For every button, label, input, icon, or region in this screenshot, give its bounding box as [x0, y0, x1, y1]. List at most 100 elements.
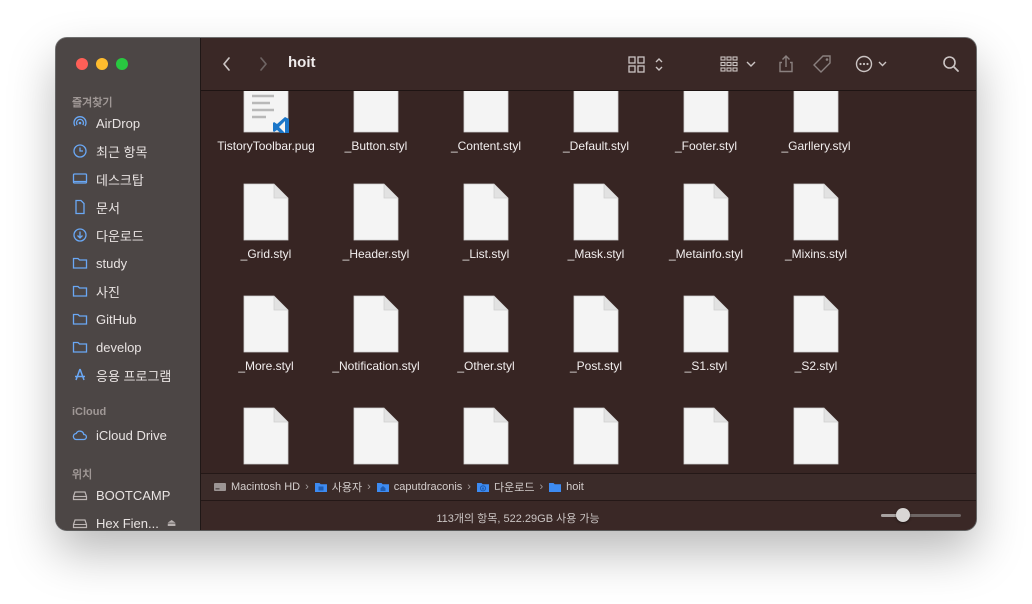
document-icon: [573, 295, 619, 353]
path-crumb-downloads[interactable]: 다운로드: [476, 479, 534, 495]
file-name: _Other.styl: [457, 359, 515, 373]
sidebar-item-recents[interactable]: 최근 항목: [72, 140, 147, 162]
path-separator: ›: [305, 481, 309, 493]
path-separator: ›: [367, 481, 371, 493]
file-item[interactable]: [321, 407, 431, 471]
disk-icon: [72, 515, 88, 530]
toolbar: hoit: [201, 38, 976, 91]
minimize-button[interactable]: [96, 58, 108, 70]
document-icon: [463, 407, 509, 465]
group-button[interactable]: [719, 52, 759, 76]
sidebar-item-desktop[interactable]: 데스크탑: [72, 168, 144, 190]
zoom-button[interactable]: [116, 58, 128, 70]
file-item[interactable]: [651, 407, 761, 471]
sidebar-item-label: 최근 항목: [96, 144, 148, 160]
document-icon: [793, 183, 839, 241]
home-folder-icon: [376, 483, 389, 492]
share-button[interactable]: [773, 52, 799, 76]
file-item[interactable]: _More.styl: [211, 295, 321, 374]
file-item[interactable]: [761, 407, 871, 471]
path-separator: ›: [539, 481, 544, 493]
sidebar-item-github[interactable]: GitHub: [72, 308, 136, 330]
back-button[interactable]: [215, 52, 239, 76]
path-crumb-users[interactable]: 사용자: [314, 479, 362, 495]
forward-button[interactable]: [251, 52, 275, 76]
window-title: hoit: [288, 54, 316, 71]
sidebar-item-label: Hex Fien...: [96, 515, 159, 531]
status-text: 113개의 항목, 522.29GB 사용 가능: [436, 513, 600, 525]
cloud-icon: [72, 427, 88, 443]
tag-button[interactable]: [809, 52, 837, 76]
document-icon: [463, 91, 509, 133]
file-item[interactable]: _Other.styl: [431, 295, 541, 374]
file-item[interactable]: [211, 407, 321, 471]
file-item[interactable]: _Mixins.styl: [761, 183, 871, 262]
path-crumb-home[interactable]: caputdraconis: [376, 481, 462, 493]
pug-document-icon: [243, 91, 289, 133]
search-icon: [943, 56, 959, 72]
folder-icon: [72, 311, 88, 327]
sidebar-item-bootcamp[interactable]: BOOTCAMP: [72, 484, 170, 506]
document-icon: [793, 91, 839, 133]
file-name: _S1.styl: [684, 359, 728, 373]
file-name: _List.styl: [462, 247, 510, 261]
file-item[interactable]: _Grid.styl: [211, 183, 321, 262]
disk-icon: [72, 487, 88, 503]
document-icon: [353, 91, 399, 133]
sidebar-item-develop[interactable]: develop: [72, 336, 142, 358]
folder-icon: [72, 339, 88, 355]
sidebar-item-label: iCloud Drive: [96, 427, 167, 443]
file-item[interactable]: TistoryToolbar.pug: [211, 91, 321, 154]
file-item[interactable]: _S1.styl: [651, 295, 761, 374]
sidebar-item-study[interactable]: study: [72, 252, 127, 274]
downloads-folder-icon: [476, 483, 489, 492]
file-item[interactable]: _Post.styl: [541, 295, 651, 374]
view-mode-button[interactable]: [627, 52, 667, 76]
icon-size-slider[interactable]: [881, 508, 961, 522]
sidebar-item-label: 데스크탑: [96, 172, 144, 188]
slider-knob[interactable]: [896, 508, 910, 522]
file-item[interactable]: _Metainfo.styl: [651, 183, 761, 262]
window-controls: [76, 58, 128, 70]
file-item[interactable]: _Mask.styl: [541, 183, 651, 262]
file-item[interactable]: _Footer.styl: [651, 91, 761, 154]
folder-icon: [72, 283, 88, 299]
file-item[interactable]: _S2.styl: [761, 295, 871, 374]
file-item[interactable]: _Content.styl: [431, 91, 541, 154]
file-item[interactable]: _Garllery.styl: [761, 91, 871, 154]
path-crumb-macintosh-hd[interactable]: Macintosh HD: [213, 481, 300, 493]
sidebar-item-documents[interactable]: 문서: [72, 196, 120, 218]
file-item[interactable]: _Button.styl: [321, 91, 431, 154]
file-name: _Mixins.styl: [784, 247, 847, 261]
file-item[interactable]: _Default.styl: [541, 91, 651, 154]
sidebar-item-icloud-drive[interactable]: iCloud Drive: [72, 424, 167, 446]
chevron-right-icon: [260, 57, 267, 71]
folder-icon: [314, 483, 327, 492]
sidebar-item-downloads[interactable]: 다운로드: [72, 224, 144, 246]
document-icon: [683, 295, 729, 353]
close-button[interactable]: [76, 58, 88, 70]
sidebar-item-applications[interactable]: 응용 프로그램: [72, 364, 171, 386]
file-item[interactable]: [541, 407, 651, 471]
sidebar-item-label: BOOTCAMP: [96, 487, 171, 503]
folder-icon: [72, 255, 88, 271]
path-crumb-hoit[interactable]: hoit: [548, 481, 584, 493]
sidebar-item-airdrop[interactable]: AirDrop: [72, 112, 140, 134]
desktop-icon: [72, 171, 88, 187]
folder-icon: [549, 483, 562, 492]
file-name: _S2.styl: [794, 359, 838, 373]
file-item[interactable]: _Notification.styl: [321, 295, 431, 374]
sidebar-item-photos[interactable]: 사진: [72, 280, 120, 302]
file-item[interactable]: _List.styl: [431, 183, 541, 262]
file-name: _Default.styl: [562, 139, 630, 153]
sidebar-item-hex-fiend[interactable]: Hex Fien... ⏏: [72, 512, 176, 530]
section-title-locations: 위치: [72, 469, 93, 481]
file-item[interactable]: [431, 407, 541, 471]
action-menu-button[interactable]: [853, 52, 893, 76]
path-crumb-label: 다운로드: [493, 482, 535, 494]
eject-icon[interactable]: ⏏: [167, 518, 176, 529]
path-separator: ›: [467, 481, 471, 493]
file-item[interactable]: _Header.styl: [321, 183, 431, 262]
search-button[interactable]: [939, 52, 963, 76]
document-icon: [353, 407, 399, 465]
